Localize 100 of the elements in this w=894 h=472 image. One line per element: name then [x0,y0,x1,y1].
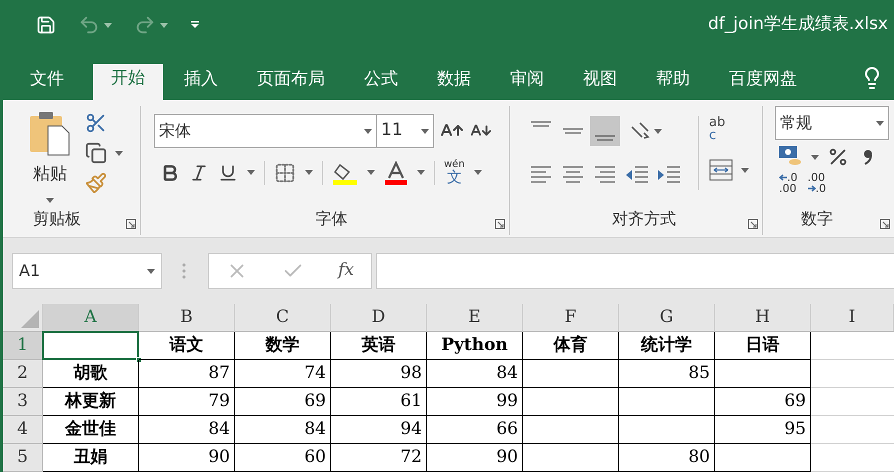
table-cell[interactable]: 日语 [715,332,811,360]
name-box[interactable]: A1 [12,253,162,289]
table-cell[interactable]: 99 [427,388,523,416]
ribbon-tab[interactable]: 帮助 [638,66,708,100]
table-cell[interactable]: Python [427,332,523,360]
table-cell[interactable] [715,360,811,388]
table-cell[interactable]: 84 [427,360,523,388]
caret-icon[interactable] [305,170,313,175]
table-cell[interactable]: 84 [235,416,331,444]
merge-center-icon[interactable] [709,158,733,182]
caret-icon[interactable] [46,198,54,202]
column-header[interactable]: F [523,304,619,331]
caret-icon[interactable] [811,154,819,160]
ribbon-tab[interactable]: 插入 [166,66,236,100]
caret-icon[interactable] [104,22,112,28]
row-header[interactable]: 3 [3,388,43,416]
column-header[interactable]: C [235,304,331,331]
table-cell[interactable]: 79 [139,388,235,416]
comma-style-icon[interactable] [863,149,873,165]
caret-icon[interactable] [417,170,425,175]
table-cell[interactable]: 66 [427,416,523,444]
row-header[interactable]: 4 [3,416,43,444]
font-size-field[interactable]: 11 [377,114,434,148]
column-header[interactable]: E [427,304,523,331]
table-cell[interactable]: 语文 [139,332,235,360]
wrap-text-icon[interactable]: ab c [709,116,733,142]
table-cell[interactable] [523,444,619,472]
paste-label[interactable]: 粘贴 [33,162,67,188]
vertical-align-icon[interactable] [590,116,620,146]
table-cell[interactable]: 60 [235,444,331,472]
table-cell[interactable]: 丑娟 [43,444,139,472]
increase-decimal-icon[interactable]: .0 .00 [779,172,798,194]
caret-icon[interactable] [247,170,255,175]
column-header[interactable]: I [811,304,894,331]
caret-icon[interactable] [421,128,429,134]
copy-icon[interactable] [85,142,107,164]
phonetic-icon[interactable]: wén 文 [444,160,465,185]
ribbon-tab[interactable]: 数据 [419,66,489,100]
table-cell[interactable]: 84 [139,416,235,444]
borders-icon[interactable] [274,162,296,184]
dialog-launcher-icon[interactable] [495,219,505,229]
save-icon[interactable] [36,15,56,35]
table-cell[interactable]: 英语 [331,332,427,360]
table-cell[interactable]: 胡歌 [43,360,139,388]
customize-icon[interactable] [190,21,200,29]
font-color-icon[interactable] [384,160,408,184]
table-cell[interactable]: 98 [331,360,427,388]
table-cell[interactable] [619,416,715,444]
column-header[interactable]: H [715,304,811,331]
dialog-launcher-icon[interactable] [880,219,890,229]
ribbon-tab[interactable]: 文件 [12,66,82,100]
table-cell[interactable]: 94 [331,416,427,444]
row-header[interactable]: 1 [3,332,43,360]
dialog-launcher-icon[interactable] [748,219,758,229]
table-cell[interactable] [523,360,619,388]
column-header[interactable]: G [619,304,715,331]
table-cell[interactable]: 74 [235,360,331,388]
selected-cell[interactable] [43,332,139,360]
ribbon-tab[interactable]: 开始 [93,64,163,100]
caret-icon[interactable] [367,170,375,175]
table-cell[interactable]: 61 [331,388,427,416]
table-cell[interactable]: 95 [715,416,811,444]
table-cell[interactable]: 80 [619,444,715,472]
table-cell[interactable]: 69 [715,388,811,416]
underline-icon[interactable] [218,162,238,182]
table-cell[interactable]: 69 [235,388,331,416]
drag-handle-icon[interactable] [182,263,186,279]
insert-function-button[interactable]: fx [338,258,354,284]
table-cell[interactable]: 统计学 [619,332,715,360]
table-cell[interactable]: 90 [427,444,523,472]
accounting-format-icon[interactable] [779,146,803,168]
table-cell[interactable]: 金世佳 [43,416,139,444]
row-header[interactable]: 5 [3,444,43,472]
table-cell[interactable] [523,416,619,444]
ribbon-tab[interactable]: 百度网盘 [711,66,815,100]
table-cell[interactable] [523,388,619,416]
number-format-field[interactable]: 常规 [775,106,889,140]
caret-icon[interactable] [364,128,372,134]
caret-icon[interactable] [160,22,168,28]
column-header[interactable]: A [43,304,139,331]
caret-icon[interactable] [115,150,123,156]
table-cell[interactable]: 85 [619,360,715,388]
table-cell[interactable]: 林更新 [43,388,139,416]
table-cell[interactable]: 90 [139,444,235,472]
percent-icon[interactable] [827,146,849,168]
ribbon-tab[interactable]: 审阅 [492,66,562,100]
table-cell[interactable]: 72 [331,444,427,472]
table-cell[interactable]: 数学 [235,332,331,360]
font-name-field[interactable]: 宋体 [154,114,377,148]
caret-icon[interactable] [654,128,662,134]
paste-icon[interactable] [28,110,72,156]
cut-icon[interactable] [85,112,107,134]
table-cell[interactable]: 87 [139,360,235,388]
caret-icon[interactable] [876,120,884,126]
caret-icon[interactable] [741,168,749,172]
formula-input[interactable] [376,253,894,289]
ribbon-tab[interactable]: 视图 [565,66,635,100]
column-header[interactable]: D [331,304,427,331]
row-header[interactable]: 2 [3,360,43,388]
column-header[interactable]: B [139,304,235,331]
